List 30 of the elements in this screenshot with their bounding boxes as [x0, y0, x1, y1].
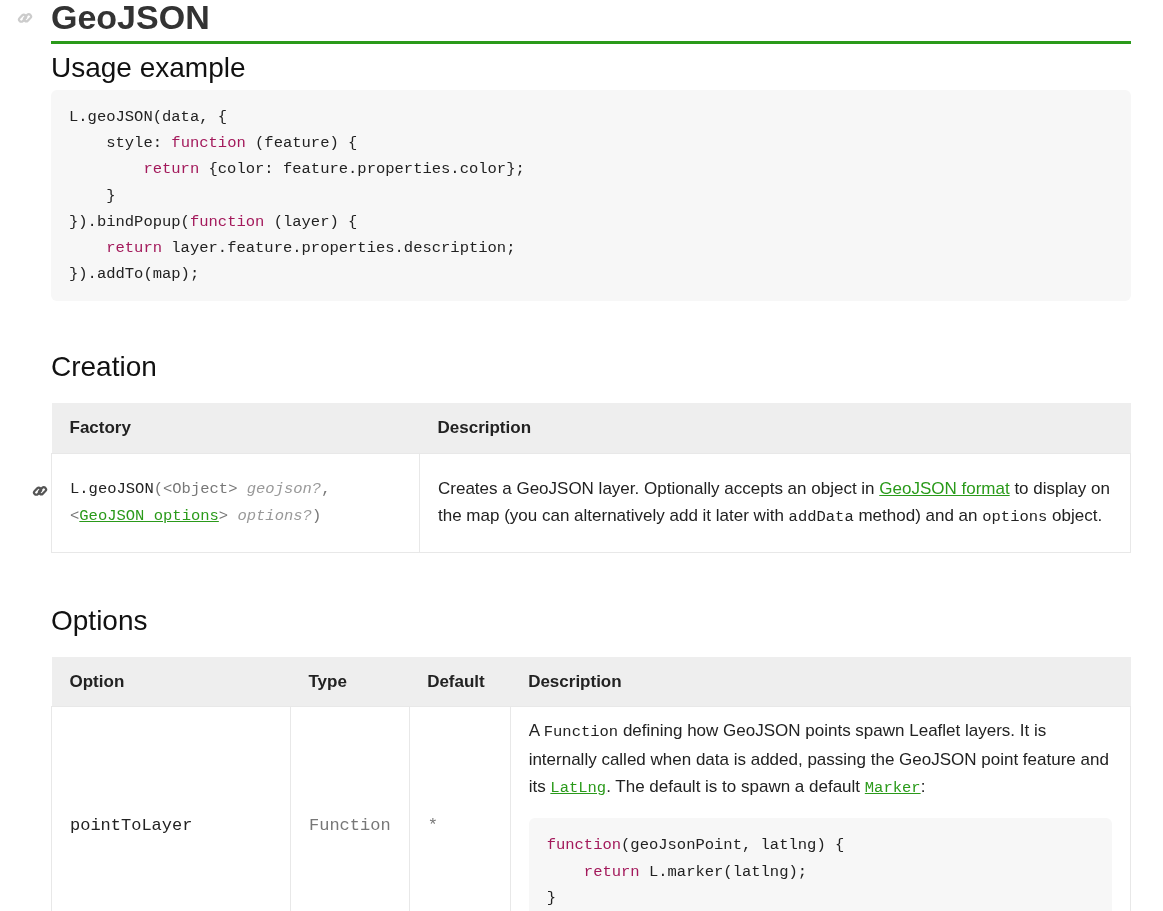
column-header: Default	[409, 656, 511, 707]
link[interactable]: GeoJSON format	[879, 478, 1010, 498]
column-header: Description	[510, 656, 1131, 707]
code-line: }	[546, 887, 556, 909]
code-line: }).addTo(map);	[69, 264, 200, 286]
code-line: return layer.feature.properties.description;	[106, 238, 516, 259]
table-cell: Function	[290, 706, 410, 911]
link[interactable]: GeoJSON options	[79, 506, 219, 525]
link[interactable]: LatLng	[550, 779, 607, 798]
section-heading: Usage example	[51, 51, 247, 85]
code-line: }	[106, 185, 116, 207]
code-line: style: function (feature) {	[106, 133, 358, 155]
description-text: Creates a GeoJSON layer. Optionally accepts an object in GeoJSON format to display on the map (you can alternatively add it later with addData method) and an options object.	[438, 477, 1111, 528]
table-cell: pointToLayer	[51, 706, 291, 911]
section-heading: Creation	[51, 350, 158, 385]
description-text: A Function defining how GeoJSON points spawn Leaflet layers. It is internally called when data is added, passing the GeoJSON point feature and its LatLng. The default is to spawn a default Marker:	[528, 720, 1110, 800]
code-line: L.geoJSON(data, {	[69, 107, 228, 128]
column-header: Type	[290, 656, 410, 707]
table-cell: *	[409, 706, 511, 911]
factory-signature: L.geoJSON(<Object> geojson?, <GeoJSON options> options?)	[70, 478, 332, 527]
code-line: return {color: feature.properties.color};	[143, 159, 525, 181]
code-line: }).bindPopup(function (layer) {	[69, 211, 358, 233]
page-title: GeoJSON	[51, 0, 211, 34]
column-header: Description	[419, 403, 1131, 454]
column-header: Factory	[51, 403, 420, 454]
code-line: return L.marker(latlng);	[583, 861, 808, 883]
link[interactable]: Marker	[864, 779, 921, 798]
section-heading: Options	[51, 603, 149, 638]
code-line: function(geoJsonPoint, latlng) {	[546, 835, 845, 857]
column-header: Option	[51, 656, 291, 707]
